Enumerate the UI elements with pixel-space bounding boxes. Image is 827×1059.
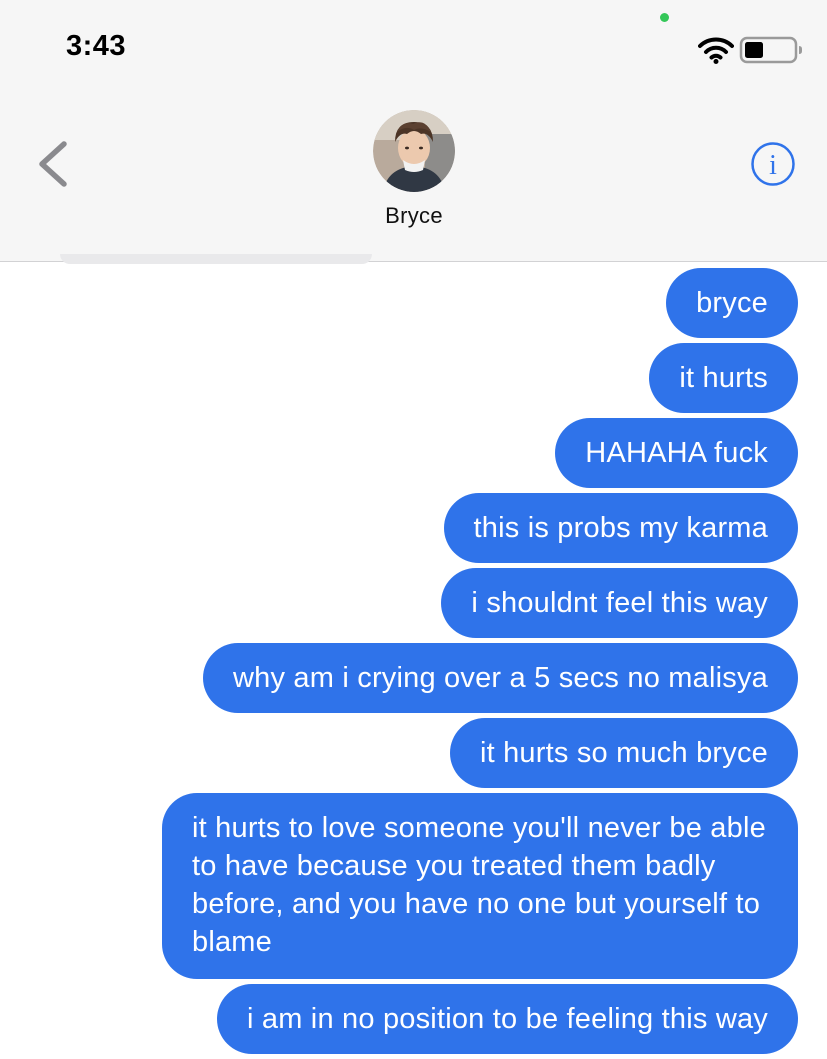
contact-name[interactable]: Bryce	[314, 203, 514, 229]
message-bubble[interactable]: i shouldnt feel this way	[441, 568, 798, 638]
message-bubble[interactable]: it hurts	[649, 343, 798, 413]
message-bubble[interactable]: this is probs my karma	[443, 493, 798, 563]
message-bubble[interactable]: HAHAHA fuck	[555, 418, 798, 488]
back-button[interactable]	[28, 132, 84, 196]
contact-photo	[373, 110, 455, 192]
avatar[interactable]	[373, 110, 455, 192]
status-time: 3:43	[66, 30, 127, 62]
chevron-left-icon	[39, 141, 67, 187]
info-circle-icon: i	[751, 142, 795, 186]
battery-icon	[739, 36, 802, 64]
message-bubble[interactable]: bryce	[666, 268, 798, 338]
conversation-header: 3:43 Bryce i	[0, 0, 827, 262]
wifi-icon	[698, 37, 734, 64]
info-button[interactable]: i	[750, 141, 796, 187]
message-bubble[interactable]: i am in no position to be feeling this w…	[216, 984, 798, 1054]
message-bubble[interactable]: it hurts to love someone you'll never be…	[162, 793, 798, 979]
message-bubble[interactable]: why am i crying over a 5 secs no malisya	[202, 643, 798, 713]
message-thread: bryce it hurts HAHAHA fuck this is probs…	[118, 268, 798, 1059]
mic-indicator-dot	[660, 13, 669, 22]
message-bubble[interactable]: it hurts so much bryce	[449, 718, 798, 788]
svg-text:i: i	[769, 150, 777, 181]
received-bubble-partial	[60, 254, 372, 264]
